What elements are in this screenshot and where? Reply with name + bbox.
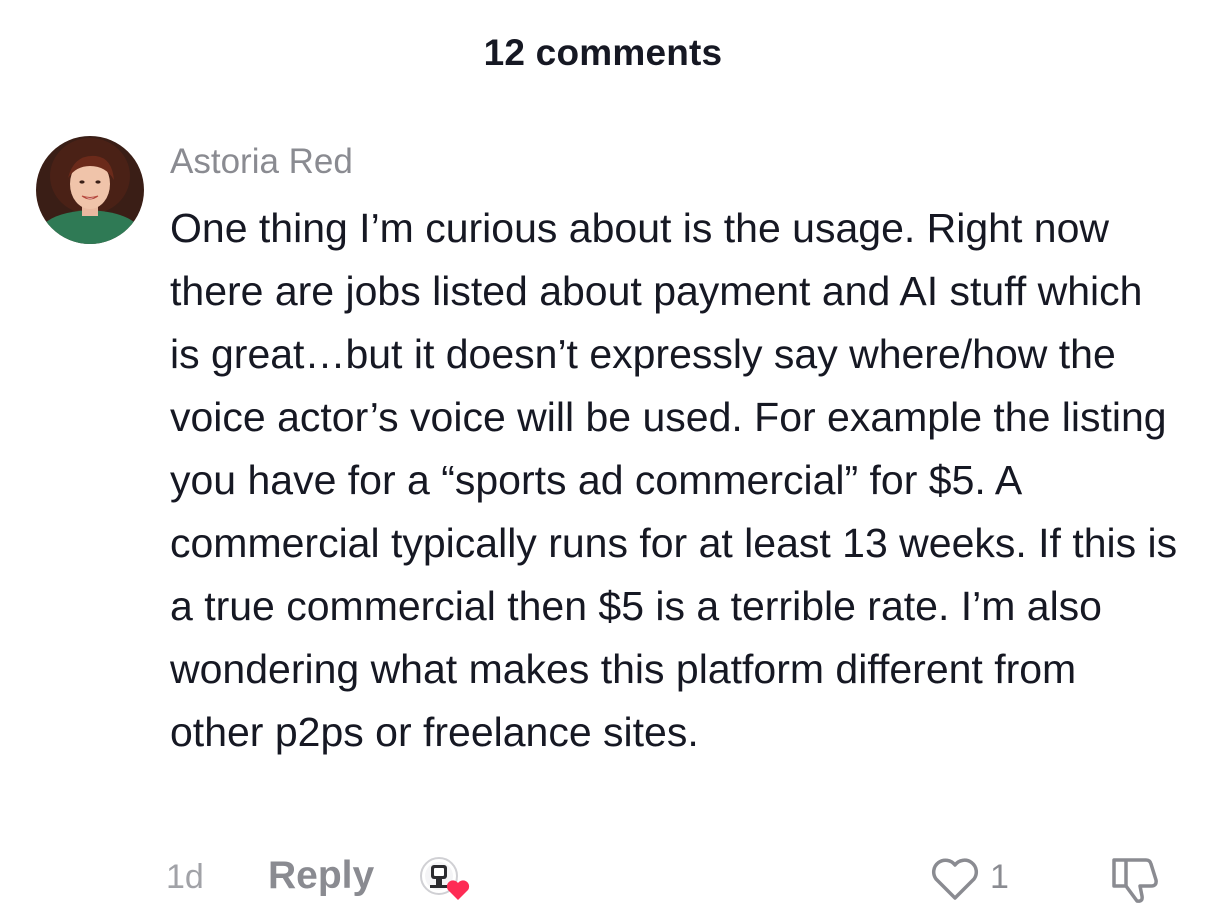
comments-count-title: 12 comments xyxy=(483,32,723,73)
like-button[interactable] xyxy=(928,854,982,904)
heart-outline-icon xyxy=(931,858,979,900)
reply-button[interactable]: Reply xyxy=(268,854,374,898)
comment-actions: 1d Reply 1 xyxy=(0,850,1206,908)
like-count: 1 xyxy=(990,858,1009,896)
thumbs-down-icon xyxy=(1112,858,1158,903)
comment-text: One thing I’m curious about is the usage… xyxy=(170,205,1178,755)
author-avatar[interactable] xyxy=(36,136,144,244)
comment-timestamp: 1d xyxy=(166,858,204,896)
creator-avatar-heart-icon xyxy=(418,854,474,904)
dislike-button[interactable] xyxy=(1108,852,1162,906)
author-name[interactable]: Astoria Red xyxy=(170,142,353,182)
